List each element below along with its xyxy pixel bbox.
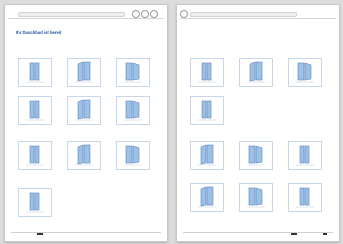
product-tile[interactable] (288, 183, 322, 212)
product-tile[interactable] (239, 141, 273, 170)
product-tile[interactable] (18, 141, 52, 170)
address-bar[interactable] (190, 12, 297, 17)
product-tile[interactable] (190, 183, 224, 212)
shower-enclosure-icon (247, 61, 265, 83)
shower-enclosure-icon (296, 187, 314, 208)
page-title: Ihr Duschbad ist bereit (16, 30, 62, 35)
product-tile[interactable] (239, 183, 273, 212)
close-icon[interactable] (150, 10, 158, 18)
back-icon[interactable] (132, 10, 140, 18)
product-tile[interactable] (239, 58, 273, 87)
catalog-page-left: Ihr Duschbad ist bereit (4, 4, 168, 242)
shower-enclosure-icon (75, 144, 93, 166)
shower-enclosure-icon (296, 145, 314, 166)
shower-enclosure-icon (198, 144, 216, 166)
product-tile[interactable] (116, 141, 150, 170)
product-tile[interactable] (288, 141, 322, 170)
product-tile[interactable] (18, 58, 52, 87)
page-header (8, 9, 164, 19)
product-tile[interactable] (67, 96, 101, 125)
product-tile[interactable] (190, 141, 224, 170)
product-tile[interactable] (190, 58, 224, 87)
shower-enclosure-icon (296, 62, 314, 83)
product-tile[interactable] (116, 96, 150, 125)
product-tile[interactable] (288, 58, 322, 87)
shower-enclosure-icon (26, 145, 44, 166)
catalog-page-right (176, 4, 340, 242)
shower-enclosure-icon (198, 186, 216, 208)
page-footer (183, 232, 333, 237)
address-bar[interactable] (18, 12, 125, 17)
shower-enclosure-icon (247, 145, 265, 166)
shower-enclosure-icon (124, 100, 142, 121)
shower-enclosure-icon (124, 62, 142, 83)
shower-enclosure-icon (198, 62, 216, 83)
page-indicator (291, 233, 297, 235)
shower-enclosure-icon (26, 62, 44, 83)
forward-icon[interactable] (141, 10, 149, 18)
shower-enclosure-icon (26, 100, 44, 121)
shower-enclosure-icon (26, 192, 44, 213)
back-icon[interactable] (180, 10, 188, 18)
product-tile[interactable] (67, 58, 101, 87)
page-header (180, 9, 336, 19)
product-tile[interactable] (18, 188, 52, 217)
shower-enclosure-icon (75, 99, 93, 121)
shower-enclosure-icon (198, 100, 216, 121)
page-footer (11, 232, 161, 237)
page-indicator (323, 233, 327, 235)
product-tile[interactable] (116, 58, 150, 87)
shower-enclosure-icon (75, 61, 93, 83)
shower-enclosure-icon (247, 187, 265, 208)
shower-enclosure-icon (124, 145, 142, 166)
product-tile[interactable] (190, 96, 224, 125)
product-tile[interactable] (18, 96, 52, 125)
page-indicator (37, 233, 43, 235)
product-tile[interactable] (67, 141, 101, 170)
